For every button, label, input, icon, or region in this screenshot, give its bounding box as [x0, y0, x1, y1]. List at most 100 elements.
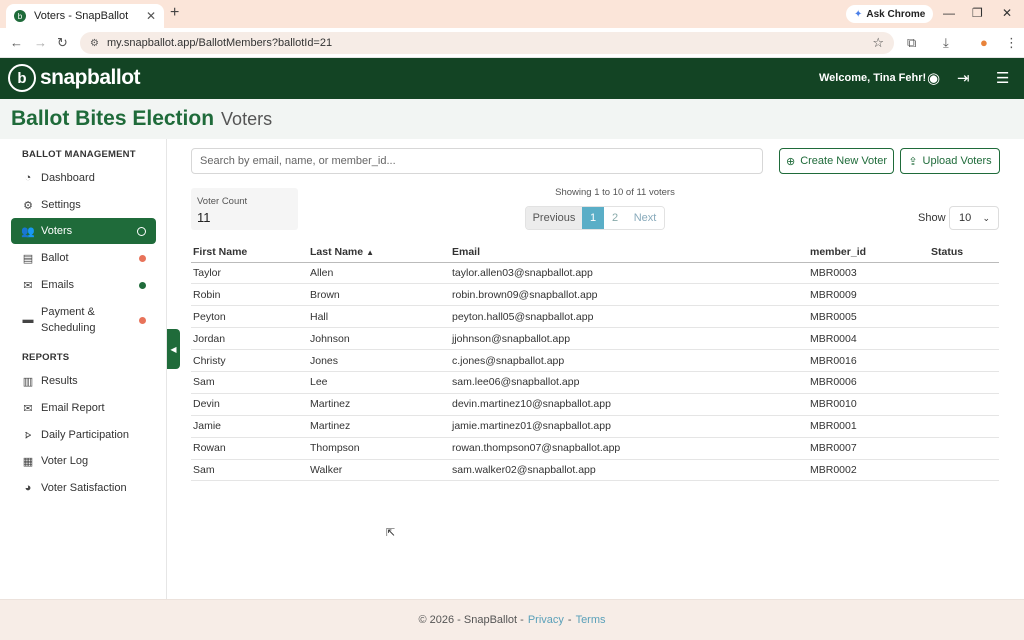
section-ballot-management: BALLOT MANAGEMENT [22, 149, 136, 160]
next-page-button[interactable]: Next [626, 207, 664, 229]
column-member-id[interactable]: member_id [808, 242, 929, 263]
copyright-text: © 2026 - SnapBallot - [418, 614, 524, 626]
upload-voters-button[interactable]: ⇪ Upload Voters [900, 148, 1000, 174]
status-cell [929, 262, 999, 285]
upload-voters-label: Upload Voters [922, 155, 992, 167]
status-cell [929, 349, 999, 372]
browser-tabstrip: b Voters - SnapBallot ✕ + ✦ Ask Chrome —… [0, 0, 1024, 28]
brand-name: snapballot [40, 66, 141, 89]
email-cell: devin.martinez10@snapballot.app [450, 393, 808, 416]
sidebar-item-ballot[interactable]: ▤ Ballot [11, 245, 156, 271]
page-2-button[interactable]: 2 [604, 207, 626, 229]
page-size-select[interactable]: 10 ⌄ [949, 206, 999, 230]
sidebar-item-voter-log[interactable]: ▦ Voter Log [11, 448, 156, 474]
table-row[interactable]: Taylor Allen taylor.allen03@snapballot.app… [191, 262, 999, 285]
table-row[interactable]: Devin Martinez devin.martinez10@snapballot… [191, 393, 999, 416]
minimize-icon[interactable]: — [943, 6, 955, 20]
chrome-menu-icon[interactable]: ⋮ [1005, 35, 1018, 51]
sidebar-item-label: Voter Satisfaction [41, 482, 127, 494]
sidebar-item-dashboard[interactable]: ◔ Dashboard [11, 165, 156, 191]
welcome-text: Welcome, Tina Fehr! [819, 72, 927, 84]
create-new-voter-button[interactable]: ⊕ Create New Voter [779, 148, 894, 174]
restore-icon[interactable]: ❐ [972, 6, 983, 20]
envelope-icon: ✉ [23, 279, 33, 292]
column-email[interactable]: Email [450, 242, 808, 263]
last-name-cell: Martinez [308, 415, 450, 438]
table-row[interactable]: Jordan Johnson jjohnson@snapballot.app MBR0… [191, 327, 999, 351]
sidebar-collapse-button[interactable]: ◀ [167, 329, 180, 369]
status-cell [929, 283, 999, 307]
address-bar[interactable]: ⚙ my.snapballot.app/BallotMembers?ballot… [80, 32, 894, 54]
card-icon: ▬ [22, 314, 34, 326]
last-name-cell: Lee [308, 371, 450, 394]
column-last-name[interactable]: Last Name ▲ [308, 242, 450, 263]
extensions-icon[interactable]: ⧉ [907, 35, 916, 51]
bookmark-star-icon[interactable]: ☆ [872, 35, 884, 51]
first-name-cell: Devin [191, 393, 308, 416]
last-name-cell: Hall [308, 305, 450, 329]
voter-count-value: 11 [197, 210, 211, 225]
table-row[interactable]: Sam Walker sam.walker02@snapballot.app MBR0… [191, 459, 999, 482]
new-tab-button[interactable]: + [170, 4, 179, 22]
first-name-cell: Jamie [191, 415, 308, 438]
showing-text: Showing 1 to 10 of 11 voters [555, 187, 675, 198]
status-cell [929, 415, 999, 438]
back-arrow-icon[interactable]: ← [10, 35, 23, 50]
column-status[interactable]: Status [929, 242, 999, 263]
first-name-cell: Peyton [191, 305, 308, 329]
reload-icon[interactable]: ↻ [57, 35, 68, 51]
sidebar-item-email-report[interactable]: ✉ Email Report [11, 395, 156, 421]
email-cell: jamie.martinez01@snapballot.app [450, 415, 808, 438]
email-cell: sam.walker02@snapballot.app [450, 459, 808, 482]
privacy-link[interactable]: Privacy [528, 614, 564, 626]
forward-arrow-icon[interactable]: → [34, 35, 47, 50]
profile-avatar-icon[interactable]: ● [980, 35, 988, 50]
download-icon[interactable]: ⤓ [943, 35, 949, 51]
last-name-cell: Allen [308, 262, 450, 285]
table-row[interactable]: Peyton Hall peyton.hall05@snapballot.app MB… [191, 305, 999, 329]
sparkle-icon: ✦ [854, 8, 863, 20]
browser-tab[interactable]: b Voters - SnapBallot ✕ [6, 4, 164, 28]
search-input[interactable] [191, 148, 763, 174]
create-new-voter-label: Create New Voter [800, 155, 888, 167]
terms-link[interactable]: Terms [576, 614, 606, 626]
site-info-icon[interactable]: ⚙ [90, 38, 99, 49]
member-id-cell: MBR0005 [808, 305, 929, 329]
email-cell: peyton.hall05@snapballot.app [450, 305, 808, 329]
table-row[interactable]: Christy Jones c.jones@snapballot.app MBR001… [191, 349, 999, 372]
first-name-cell: Sam [191, 371, 308, 394]
sidebar-item-daily-participation[interactable]: ⦠ Daily Participation [11, 422, 156, 448]
page-title-bar: Ballot Bites Election Voters [0, 99, 1024, 139]
sidebar-item-label: Results [41, 375, 78, 387]
status-cell [929, 327, 999, 351]
sidebar-item-voters[interactable]: 👥 Voters [11, 218, 156, 244]
sidebar-item-payment-scheduling[interactable]: ▬ Payment & Scheduling [11, 303, 156, 337]
user-account-icon[interactable]: ◉ [927, 69, 940, 87]
sidebar-item-voter-satisfaction[interactable]: ◕ Voter Satisfaction [11, 475, 156, 501]
table-row[interactable]: Rowan Thompson rowan.thompson07@snapballot… [191, 437, 999, 460]
page-1-button[interactable]: 1 [582, 207, 604, 229]
window-close-icon[interactable]: ✕ [1002, 6, 1012, 20]
previous-page-button[interactable]: Previous [526, 207, 582, 229]
member-id-cell: MBR0007 [808, 437, 929, 460]
tab-close-icon[interactable]: ✕ [146, 9, 156, 23]
tab-title: Voters - SnapBallot [34, 10, 129, 22]
first-name-cell: Jordan [191, 327, 308, 351]
sidebar-item-results[interactable]: ▥ Results [11, 368, 156, 394]
sidebar-item-settings[interactable]: ⚙ Settings [11, 192, 156, 218]
snapballot-logo[interactable]: b snapballot [8, 64, 141, 92]
table-row[interactable]: Robin Brown robin.brown09@snapballot.app MB… [191, 283, 999, 307]
ask-chrome-button[interactable]: ✦ Ask Chrome [846, 5, 934, 23]
sidebar-item-emails[interactable]: ✉ Emails [11, 272, 156, 298]
ask-chrome-label: Ask Chrome [866, 8, 926, 20]
table-row[interactable]: Sam Lee sam.lee06@snapballot.app MBR0006 [191, 371, 999, 394]
chevron-down-icon: ⌄ [982, 212, 990, 223]
logout-icon[interactable]: ⇥ [957, 69, 970, 87]
email-cell: taylor.allen03@snapballot.app [450, 262, 808, 285]
sidebar-item-label: Email Report [41, 402, 105, 414]
table-row[interactable]: Jamie Martinez jamie.martinez01@snapballot… [191, 415, 999, 438]
hamburger-menu-icon[interactable]: ☰ [996, 69, 1009, 87]
first-name-cell: Christy [191, 349, 308, 372]
calendar-icon: ▦ [22, 455, 34, 468]
column-first-name[interactable]: First Name [191, 242, 308, 263]
